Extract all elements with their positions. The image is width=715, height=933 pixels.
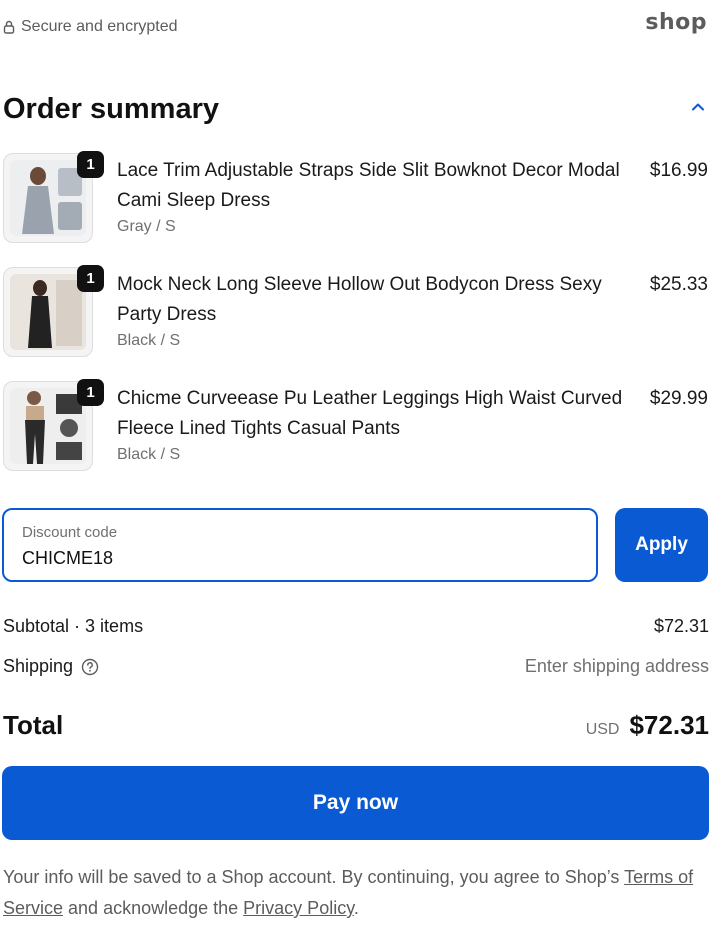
product-thumbnail: 1 (3, 151, 104, 243)
product-thumbnail: 1 (3, 265, 104, 357)
order-summary-title: Order summary (3, 93, 219, 125)
total-amount: $72.31 (629, 710, 709, 740)
lock-icon (3, 20, 15, 34)
quantity-badge: 1 (77, 265, 104, 292)
shipping-label: Shipping (3, 656, 74, 676)
help-circle-icon[interactable] (81, 658, 99, 676)
secure-notice: Secure and encrypted (3, 18, 178, 36)
legal-text-before: Your info will be saved to a Shop accoun… (3, 867, 625, 887)
legal-text-middle: and acknowledge the (63, 898, 244, 918)
product-name: Mock Neck Long Sleeve Hollow Out Bodycon… (117, 274, 602, 325)
product-price: $25.33 (649, 274, 708, 295)
discount-code-label: Discount code (22, 524, 118, 541)
quantity-badge: 1 (77, 379, 104, 406)
product-variant: Gray / S (117, 218, 176, 235)
secure-text: Secure and encrypted (21, 18, 178, 35)
legal-notice: Your info will be saved to a Shop accoun… (3, 862, 709, 924)
product-name: Lace Trim Adjustable Straps Side Slit Bo… (117, 160, 620, 211)
discount-code-field[interactable]: Discount code (2, 508, 598, 582)
top-bar: Secure and encrypted shop (0, 0, 715, 58)
total-label: Total (3, 710, 64, 740)
product-variant: Black / S (117, 332, 181, 349)
line-items-list: 1 Lace Trim Adjustable Straps Side Slit … (0, 150, 715, 492)
product-variant: Black / S (117, 446, 181, 463)
total-row: Total USD $72.31 (3, 710, 709, 741)
line-item: 1 Lace Trim Adjustable Straps Side Slit … (0, 150, 715, 264)
product-name: Chicme Curveease Pu Leather Leggings Hig… (117, 388, 623, 439)
currency-code: USD (585, 721, 620, 738)
chevron-up-icon[interactable] (691, 100, 705, 114)
apply-discount-button[interactable]: Apply (615, 508, 708, 582)
subtotal-row: Subtotal · 3 items $72.31 (3, 616, 709, 637)
shipping-value: Enter shipping address (524, 656, 709, 676)
legal-text-after: . (353, 898, 359, 918)
product-price: $16.99 (649, 160, 708, 181)
shop-logo: shop (645, 10, 707, 35)
subtotal-label: Subtotal · 3 items (3, 616, 144, 636)
line-item: 1 Mock Neck Long Sleeve Hollow Out Bodyc… (0, 264, 715, 378)
line-item: 1 Chicme Curveease Pu Leather Leggings H… (0, 378, 715, 492)
total-amount-group: USD $72.31 (586, 710, 709, 741)
discount-code-input[interactable] (22, 548, 562, 569)
pay-now-button[interactable]: Pay now (2, 766, 709, 840)
quantity-badge: 1 (77, 151, 104, 178)
product-price: $29.99 (649, 388, 708, 409)
product-thumbnail: 1 (3, 379, 104, 471)
shipping-label-group: Shipping (3, 656, 99, 677)
subtotal-value: $72.31 (653, 616, 709, 636)
privacy-policy-link[interactable]: Privacy Policy (243, 898, 354, 918)
shipping-row: Shipping Enter shipping address (3, 656, 709, 677)
